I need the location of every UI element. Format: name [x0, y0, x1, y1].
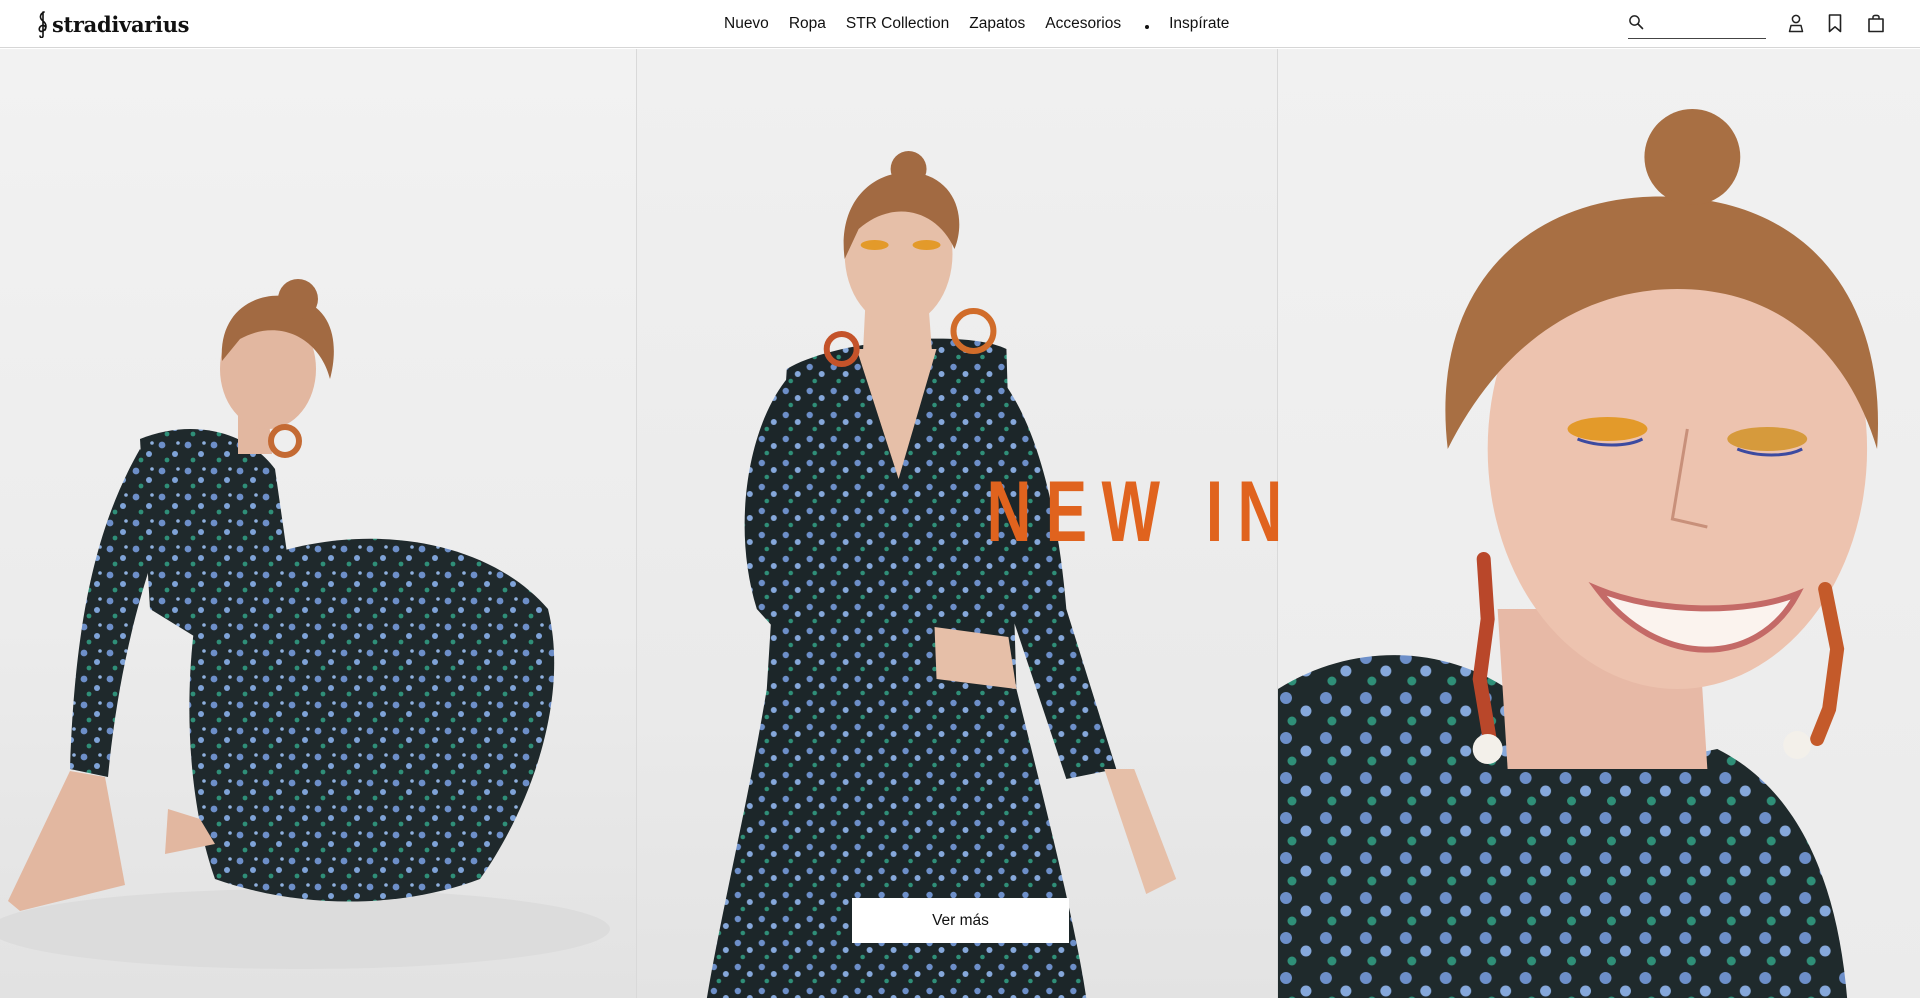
nav-item-ropa[interactable]: Ropa [789, 15, 826, 33]
user-icon [1788, 14, 1804, 33]
closeup-model-illustration [1278, 109, 1879, 998]
cart-button[interactable] [1865, 12, 1887, 34]
nav-item-inspirate[interactable]: Inspírate [1169, 15, 1229, 33]
nav-item-accesorios[interactable]: Accesorios [1045, 15, 1121, 33]
bookmark-icon [1828, 14, 1842, 33]
seated-model-illustration [0, 279, 610, 969]
nav-separator-dot [1145, 25, 1150, 29]
brand-logo[interactable]: stradivarius [36, 9, 190, 39]
hero-banner: NEW IN [0, 49, 1920, 998]
main-navigation: Nuevo Ropa STR Collection Zapatos Acceso… [724, 0, 1229, 48]
wishlist-button[interactable] [1824, 12, 1846, 34]
treble-clef-icon [38, 11, 47, 38]
search-icon[interactable] [1628, 14, 1644, 30]
hero-headline: NEW IN [986, 464, 1297, 560]
nav-item-zapatos[interactable]: Zapatos [969, 15, 1025, 33]
nav-item-str-collection[interactable]: STR Collection [846, 15, 949, 33]
hero-image-closeup-model[interactable] [1277, 49, 1920, 998]
nav-item-nuevo[interactable]: Nuevo [724, 15, 769, 33]
site-header: stradivarius Nuevo Ropa STR Collection Z… [0, 0, 1920, 48]
hero-image-seated-model[interactable] [0, 49, 636, 998]
see-more-button[interactable]: Ver más [852, 898, 1069, 943]
search-bar[interactable] [1628, 10, 1766, 39]
bag-icon [1868, 14, 1884, 33]
account-button[interactable] [1785, 12, 1807, 34]
brand-logo-text: stradivarius [52, 11, 190, 37]
search-input[interactable] [1650, 15, 1760, 33]
